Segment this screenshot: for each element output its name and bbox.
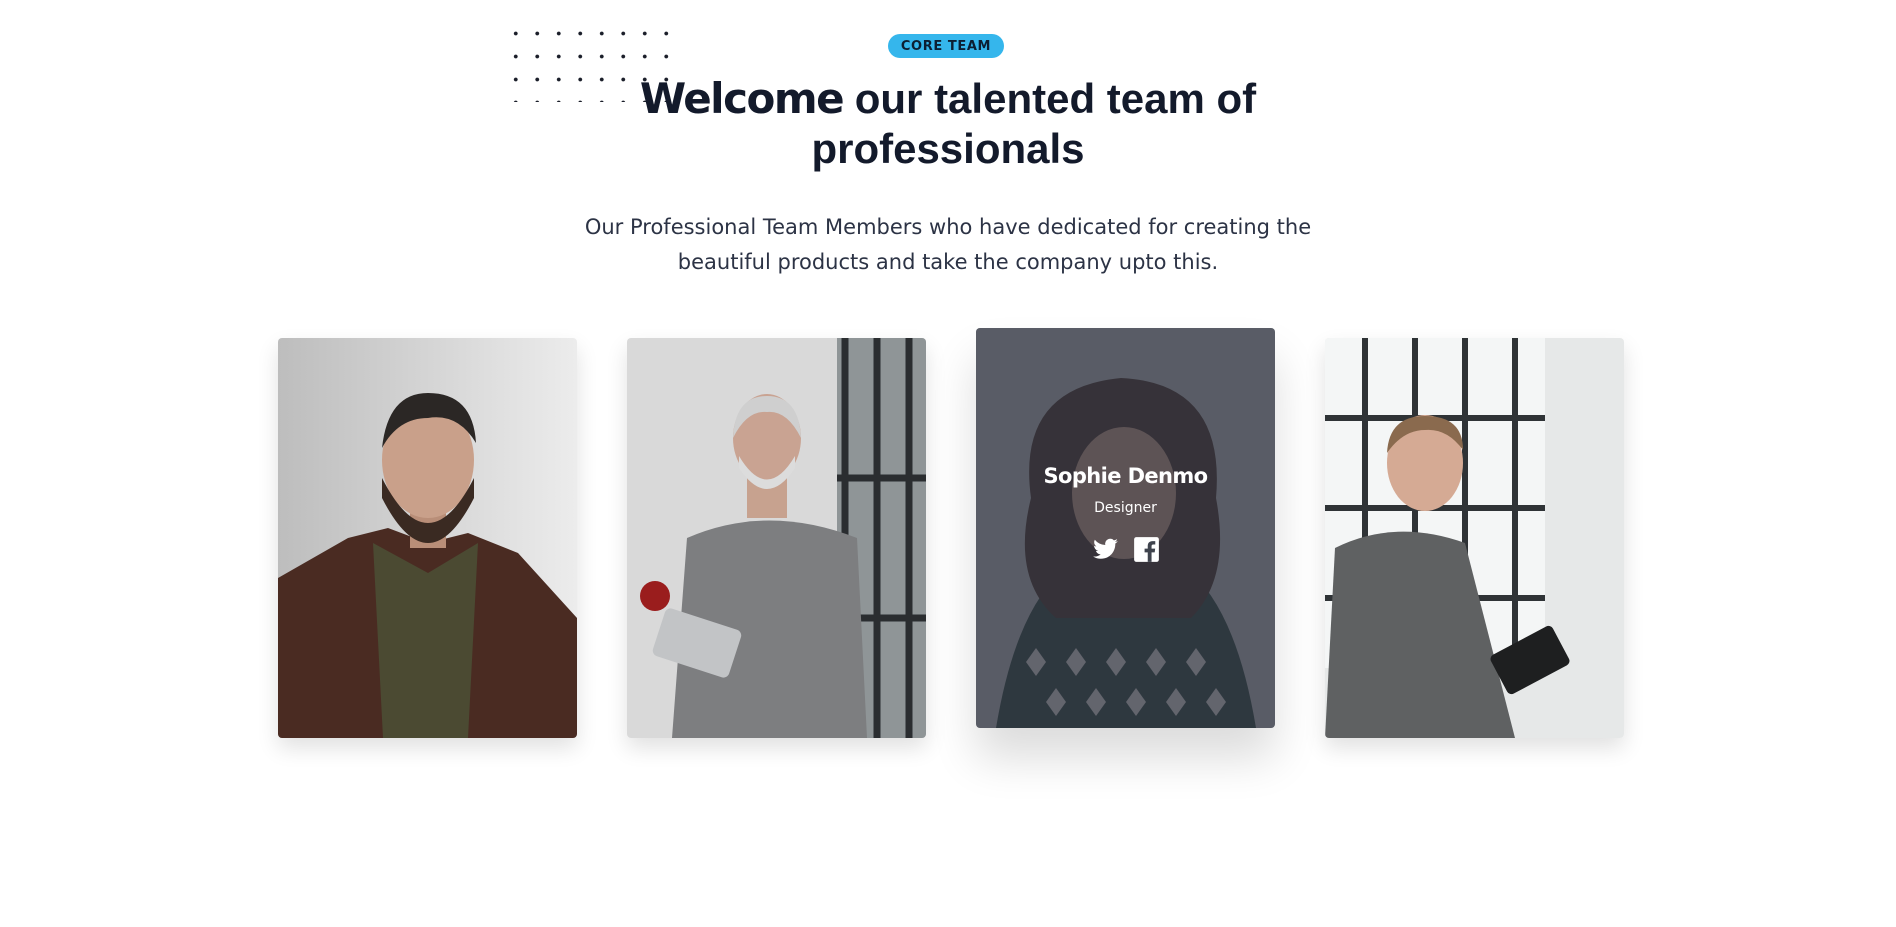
team-card-active[interactable]: Sophie Denmo Designer bbox=[976, 328, 1275, 728]
member-role: Designer bbox=[1094, 499, 1157, 516]
team-card[interactable] bbox=[627, 338, 926, 738]
facebook-icon[interactable] bbox=[1133, 536, 1160, 563]
member-photo bbox=[627, 338, 926, 738]
member-photo bbox=[278, 338, 577, 738]
team-card[interactable] bbox=[1325, 338, 1624, 738]
team-card[interactable] bbox=[278, 338, 577, 738]
twitter-icon[interactable] bbox=[1092, 536, 1119, 563]
section-title: Welcome our talented team of professiona… bbox=[598, 74, 1298, 174]
social-links bbox=[1092, 536, 1160, 563]
member-overlay: Sophie Denmo Designer bbox=[976, 328, 1275, 728]
title-rest: our talented team of professionals bbox=[811, 75, 1257, 172]
section-subtitle: Our Professional Team Members who have d… bbox=[584, 215, 1312, 274]
member-name: Sophie Denmo bbox=[1043, 463, 1208, 488]
title-strong: Welcome bbox=[639, 74, 845, 123]
member-photo bbox=[1325, 338, 1624, 738]
section-badge: CORE TEAM bbox=[888, 34, 1004, 58]
